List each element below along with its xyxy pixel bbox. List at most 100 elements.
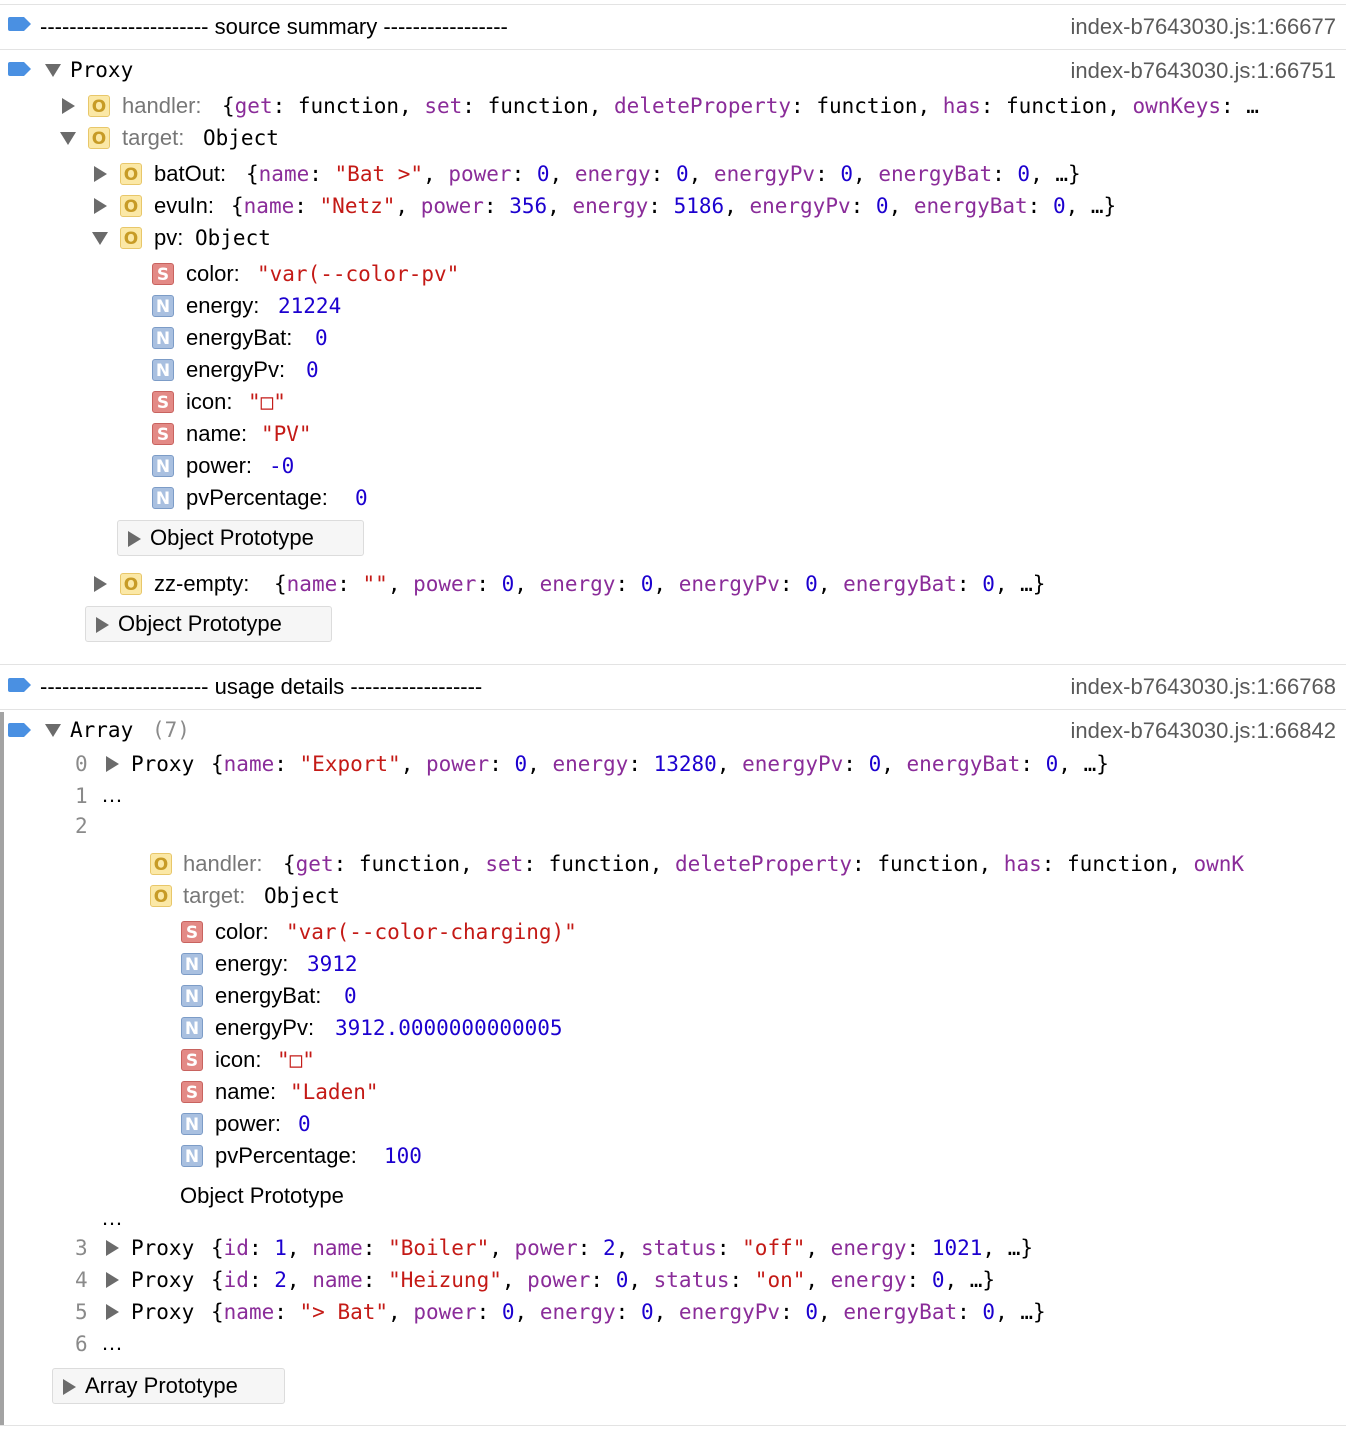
preview-token: function (548, 852, 650, 876)
preview-token: : (852, 852, 878, 876)
property-value: "PV" (261, 422, 312, 446)
array-prototype-toggle[interactable]: Array Prototype (52, 1368, 285, 1404)
property-preview[interactable]: {get: function, set: function, deletePro… (222, 94, 1259, 118)
preview-token: , (387, 572, 414, 596)
preview-token: : (1020, 752, 1046, 776)
property-type[interactable]: Object (195, 226, 271, 250)
preview-token: energyBat (843, 572, 957, 596)
disclosure-collapsed-icon[interactable] (94, 198, 107, 214)
proxy-label[interactable]: Proxy (131, 752, 194, 776)
property-type[interactable]: Object (203, 126, 279, 150)
preview-token: has (1003, 852, 1042, 876)
object-type-icon: O (150, 885, 172, 907)
disclosure-collapsed-icon[interactable] (94, 576, 107, 592)
object-prototype-toggle[interactable]: Object Prototype (85, 606, 332, 642)
preview-token: get (234, 94, 273, 118)
divider (0, 709, 1346, 710)
property-preview[interactable]: {name: "> Bat", power: 0, energy: 0, ene… (211, 1300, 1046, 1324)
property-type[interactable]: Object (264, 884, 340, 908)
property-value: -0 (269, 454, 295, 478)
property-preview[interactable]: {name: "Netz", power: 356, energy: 5186,… (231, 194, 1116, 218)
property-value: 0 (306, 358, 319, 382)
ellipsis[interactable]: … (101, 1330, 123, 1356)
property-key: color: (215, 919, 269, 944)
preview-token: : (577, 1236, 604, 1260)
property-preview[interactable]: {name: "Export", power: 0, energy: 13280… (211, 752, 1109, 776)
source-link[interactable]: index-b7643030.js:1:66768 (1071, 674, 1336, 700)
source-link[interactable]: index-b7643030.js:1:66677 (1071, 14, 1336, 40)
object-prototype-toggle[interactable]: Object Prototype (117, 520, 364, 556)
value-type-icon: N (181, 1113, 203, 1135)
property-key: power: (215, 1111, 282, 1136)
array-index: 1 (75, 784, 88, 808)
property-key: name: (215, 1079, 277, 1104)
preview-token: name (243, 194, 295, 218)
preview-token: , (588, 94, 615, 118)
disclosure-collapsed-icon[interactable] (94, 166, 107, 182)
preview-token: energyPv (678, 1300, 781, 1324)
array-index: 0 (75, 752, 88, 776)
preview-token: , …} (1058, 752, 1109, 776)
proxy-label[interactable]: Proxy (131, 1268, 194, 1292)
disclosure-collapsed-icon[interactable] (106, 1304, 119, 1320)
object-type-label[interactable]: Proxy (70, 58, 133, 82)
log-message-icon (8, 723, 31, 737)
preview-token: { (246, 162, 259, 186)
preview-token: "off" (742, 1236, 806, 1260)
property-preview[interactable]: {name: "Bat >", power: 0, energy: 0, ene… (246, 162, 1081, 186)
preview-token: , (1107, 94, 1133, 118)
disclosure-collapsed-icon[interactable] (62, 98, 75, 114)
value-type-icon: S (152, 423, 174, 445)
object-prototype-label[interactable]: Object Prototype (180, 1183, 344, 1209)
preview-token: , (818, 1300, 844, 1324)
disclosure-collapsed-icon[interactable] (106, 756, 119, 772)
preview-token: function (816, 94, 918, 118)
preview-token: power (514, 1236, 578, 1260)
proxy-label[interactable]: Proxy (131, 1300, 194, 1324)
source-link[interactable]: index-b7643030.js:1:66842 (1071, 718, 1336, 744)
preview-token: : (650, 162, 676, 186)
preview-token: 0 (805, 1300, 819, 1324)
property-key: zz-empty: (154, 571, 250, 596)
preview-token: , (388, 1300, 414, 1324)
property-preview[interactable]: {id: 1, name: "Boiler", power: 2, status… (211, 1236, 1033, 1260)
object-type-label[interactable]: Array (70, 718, 133, 742)
preview-token: : (815, 162, 841, 186)
preview-token: "Netz" (319, 194, 396, 218)
property-value: "□" (248, 390, 286, 414)
disclosure-collapsed-icon[interactable] (106, 1272, 119, 1288)
preview-token: , (653, 572, 679, 596)
preview-token: , (716, 752, 743, 776)
property-preview[interactable]: {id: 2, name: "Heizung", power: 0, statu… (211, 1268, 995, 1292)
preview-token: : (462, 94, 488, 118)
property-key: energyPv: (215, 1015, 315, 1040)
preview-token: : (362, 1236, 389, 1260)
preview-token: function (358, 852, 461, 876)
preview-token: : (590, 1268, 616, 1292)
preview-token: 0 (840, 162, 854, 186)
value-type-icon: N (181, 985, 203, 1007)
ellipsis[interactable]: … (101, 782, 123, 808)
preview-token: , (888, 194, 914, 218)
preview-token: 0 (501, 572, 515, 596)
preview-token: 0 (982, 572, 995, 596)
value-type-icon: S (181, 921, 203, 943)
disclosure-expanded-icon[interactable] (45, 64, 61, 77)
preview-token: : (992, 162, 1018, 186)
preview-token: { (211, 1300, 224, 1324)
disclosure-expanded-icon[interactable] (60, 132, 76, 145)
preview-token: 5186 (673, 194, 725, 218)
proxy-label[interactable]: Proxy (131, 1236, 194, 1260)
property-preview[interactable]: {name: "", power: 0, energy: 0, energyPv… (274, 572, 1045, 596)
source-link[interactable]: index-b7643030.js:1:66751 (1071, 58, 1336, 84)
property-key: power: (186, 453, 253, 478)
ellipsis[interactable]: … (101, 1205, 123, 1231)
preview-token: : (906, 1236, 932, 1260)
preview-token: : (843, 752, 869, 776)
preview-token: id (223, 1236, 249, 1260)
property-preview[interactable]: {get: function, set: function, deletePro… (283, 852, 1293, 876)
disclosure-expanded-icon[interactable] (45, 724, 61, 737)
disclosure-collapsed-icon[interactable] (106, 1240, 119, 1256)
preview-token: , (724, 194, 750, 218)
disclosure-expanded-icon[interactable] (92, 232, 108, 245)
